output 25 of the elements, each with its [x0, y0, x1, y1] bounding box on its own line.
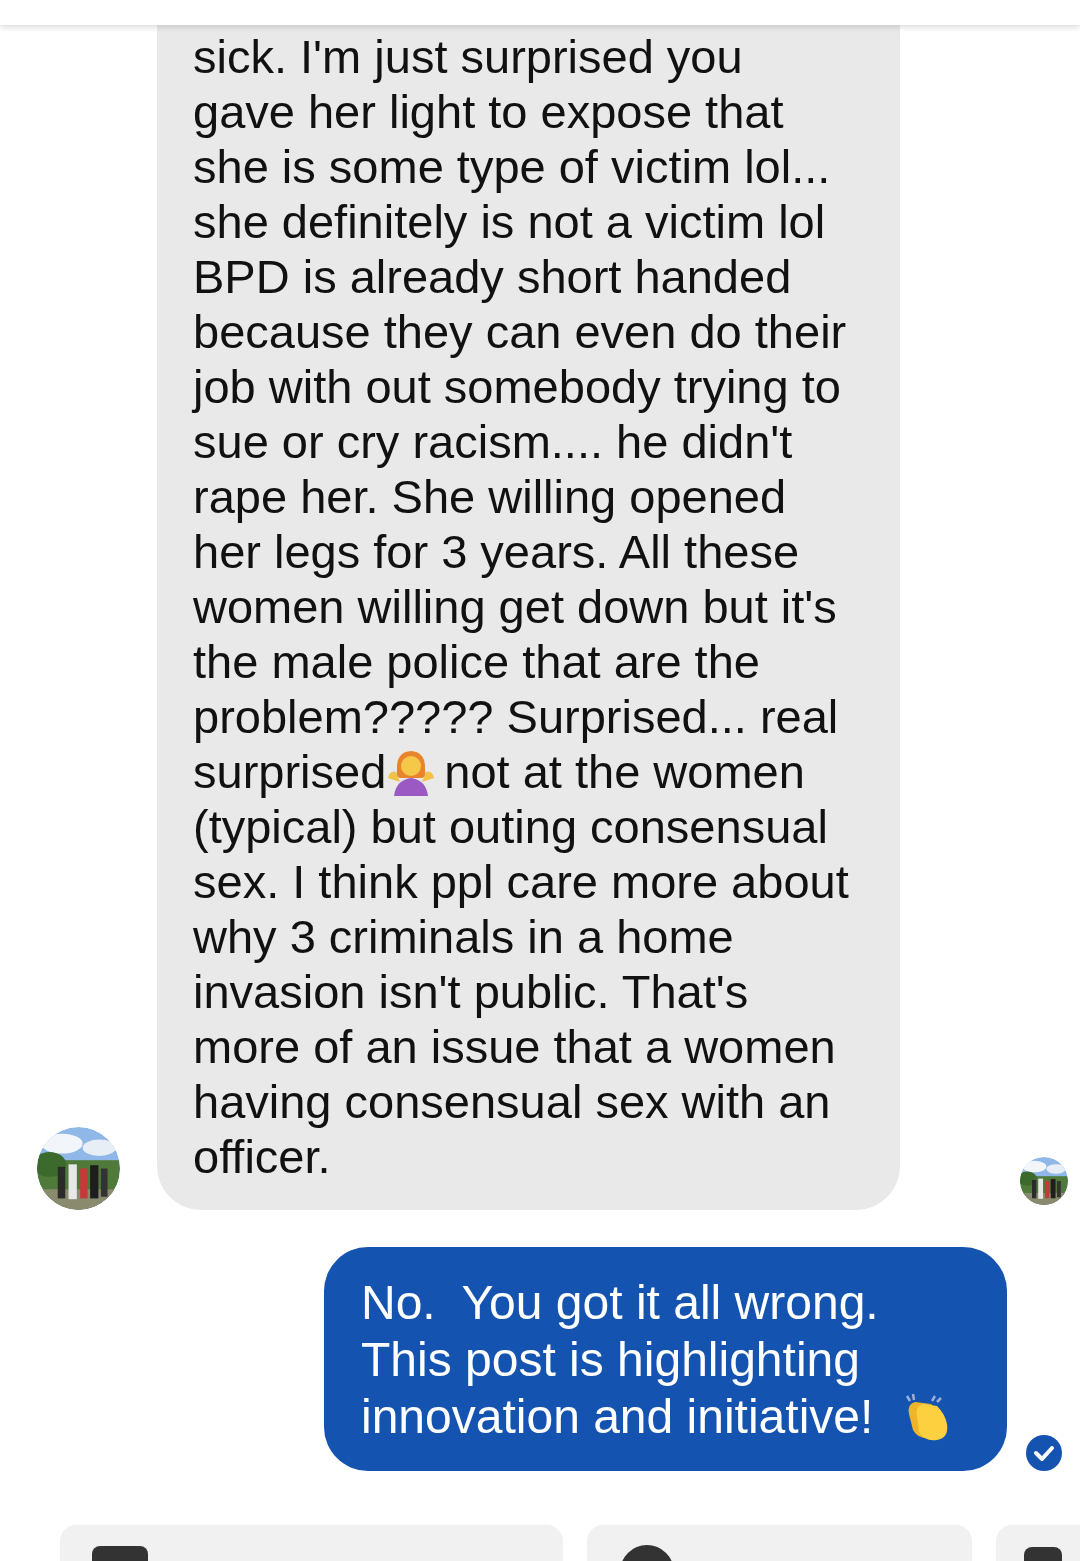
message-text: because they can even do their: [193, 304, 847, 359]
message-text: problem????? Surprised... real: [193, 689, 839, 744]
message-text: officer.: [193, 1129, 331, 1184]
message-text: invasion isn't public. That's: [193, 964, 749, 1019]
message-text: sick. I'm just surprised you: [193, 29, 743, 84]
message-text: This post is highlighting: [361, 1332, 860, 1388]
message-text: surprised: [193, 744, 387, 799]
message-text: women willing get down but it's: [193, 579, 837, 634]
message-text: sue or cry racism.... he didn't: [193, 414, 793, 469]
message-text: BPD is already short handed: [193, 249, 792, 304]
message-text: having consensual sex with an: [193, 1074, 831, 1129]
message-text: gave her light to expose that: [193, 84, 784, 139]
message-text: job with out somebody trying to: [193, 359, 841, 414]
message-text: her legs for 3 years. All these: [193, 524, 800, 579]
message-text: (typical) but outing consensual: [193, 799, 828, 854]
message-text: No. You got it all wrong.: [361, 1275, 879, 1331]
message-text: more of an issue that a women: [193, 1019, 836, 1074]
message-text: why 3 criminals in a home: [193, 909, 734, 964]
message-text: sex. I think ppl care more about: [193, 854, 849, 909]
message-text: she is some type of victim lol...: [193, 139, 831, 194]
message-text: rape her. She willing opened: [193, 469, 787, 524]
message-text: not at the women: [444, 744, 805, 799]
message-text: the male police that are the: [193, 634, 760, 689]
message-text: she definitely is not a victim lol: [193, 194, 826, 249]
message-text: innovation and initiative!: [361, 1389, 874, 1445]
